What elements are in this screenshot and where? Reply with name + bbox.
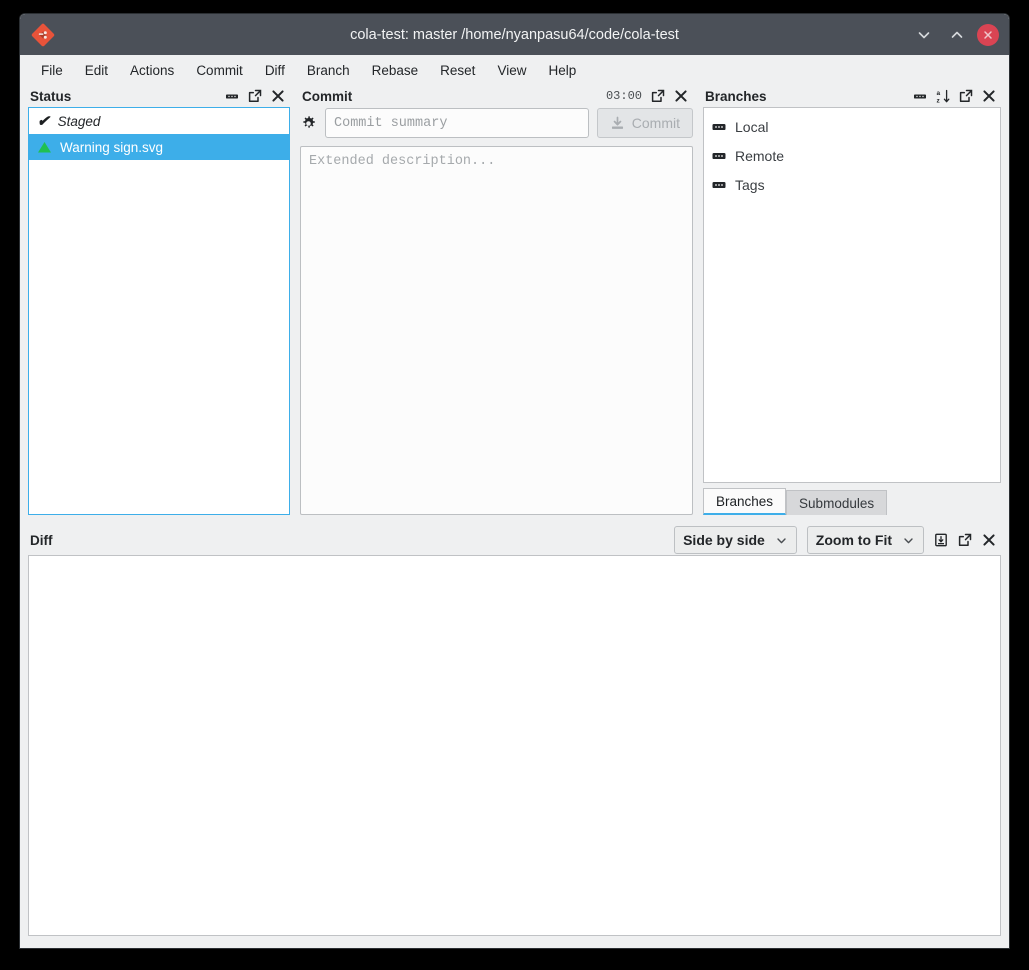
commit-form: Commit: [300, 107, 693, 515]
branches-tree-item-remote[interactable]: Remote: [704, 141, 1000, 170]
status-dock: Status ✔ Staged Warning sign.svg: [28, 85, 290, 515]
close-dock-icon[interactable]: [982, 533, 996, 547]
tab-submodules[interactable]: Submodules: [786, 490, 888, 515]
workspace: Status ✔ Staged Warning sign.svg Commit …: [20, 85, 1009, 948]
close-button[interactable]: [977, 23, 999, 46]
branch-group-icon: [712, 179, 726, 191]
diff-dock-icons: [934, 533, 999, 547]
close-dock-icon[interactable]: [982, 89, 996, 103]
branches-tree-item-label: Local: [735, 118, 769, 135]
menu-branch[interactable]: Branch: [296, 59, 361, 82]
diff-zoom-mode-label: Zoom to Fit: [815, 532, 892, 548]
top-docks-row: Status ✔ Staged Warning sign.svg Commit …: [28, 85, 1001, 515]
minimize-button[interactable]: [911, 22, 937, 48]
float-dock-icon[interactable]: [248, 89, 262, 103]
status-group-label: Staged: [57, 113, 101, 129]
checkmark-icon: ✔: [37, 112, 50, 130]
diff-zoom-mode-select[interactable]: Zoom to Fit: [806, 526, 924, 554]
minimize-dock-icon[interactable]: [225, 89, 239, 103]
diff-content-view[interactable]: [28, 555, 1001, 936]
git-cola-logo-icon: [28, 20, 58, 50]
commit-button-label: Commit: [631, 115, 680, 131]
menu-commit[interactable]: Commit: [185, 59, 254, 82]
diff-view-mode-select[interactable]: Side by side: [674, 526, 797, 554]
branches-tree[interactable]: Local Remote Tags: [703, 107, 1001, 483]
diff-dock-header: Diff Side by side Zoom to Fit: [28, 525, 1001, 555]
float-dock-icon[interactable]: [651, 89, 665, 103]
sort-az-icon[interactable]: a z: [936, 89, 950, 104]
float-dock-icon[interactable]: [959, 89, 973, 103]
menu-view[interactable]: View: [486, 59, 537, 82]
menu-help[interactable]: Help: [537, 59, 587, 82]
branches-dock-header: Branches a z: [703, 85, 1001, 107]
status-dock-title: Status: [30, 88, 72, 104]
titlebar: cola-test: master /home/nyanpasu64/code/…: [20, 14, 1009, 55]
commit-summary-row: Commit: [300, 107, 693, 139]
float-dock-icon[interactable]: [958, 533, 972, 547]
branch-group-icon: [712, 121, 726, 133]
commit-dock-header: Commit 03:00: [300, 85, 693, 107]
commit-dock: Commit 03:00 Commit summary Commit Exten…: [300, 85, 693, 515]
branches-dock-title: Branches: [705, 88, 767, 104]
commit-description-input[interactable]: [300, 146, 693, 515]
menu-edit[interactable]: Edit: [74, 59, 119, 82]
close-dock-icon[interactable]: [271, 89, 285, 103]
menu-file[interactable]: File: [30, 59, 74, 82]
branches-dock-icons: a z: [913, 89, 999, 104]
branches-dock: Branches a z Local Remote Tags Branches …: [703, 85, 1001, 515]
green-triangle-icon: [37, 140, 52, 154]
main-window: cola-test: master /home/nyanpasu64/code/…: [20, 14, 1009, 948]
commit-button[interactable]: Commit: [596, 108, 693, 138]
status-item-warning-sign-svg[interactable]: Warning sign.svg: [29, 134, 289, 160]
chevron-down-icon: [775, 534, 788, 547]
diff-view-mode-label: Side by side: [683, 532, 765, 548]
window-title: cola-test: master /home/nyanpasu64/code/…: [350, 26, 679, 43]
status-item-label: Warning sign.svg: [60, 139, 164, 155]
branches-tree-item-tags[interactable]: Tags: [704, 170, 1000, 199]
maximize-button[interactable]: [944, 22, 970, 48]
commit-summary-input[interactable]: [325, 108, 589, 138]
status-group-staged[interactable]: ✔ Staged: [29, 108, 289, 134]
gear-icon[interactable]: [300, 115, 317, 132]
chevron-down-icon: [902, 534, 915, 547]
svg-text:a: a: [937, 90, 941, 97]
menu-reset[interactable]: Reset: [429, 59, 486, 82]
branches-tree-item-label: Remote: [735, 147, 785, 164]
tab-branches[interactable]: Branches: [703, 488, 787, 515]
commit-timer: 03:00: [605, 89, 642, 103]
branches-tree-item-local[interactable]: Local: [704, 112, 1000, 141]
window-controls: [911, 14, 999, 55]
branches-tree-item-label: Tags: [735, 176, 765, 193]
svg-text:z: z: [937, 97, 941, 104]
status-dock-icons: [225, 89, 288, 103]
minimize-dock-icon[interactable]: [913, 89, 927, 103]
menu-actions[interactable]: Actions: [119, 59, 185, 82]
menubar: File Edit Actions Commit Diff Branch Reb…: [20, 55, 1009, 85]
status-dock-header: Status: [28, 85, 290, 107]
commit-dock-title: Commit: [302, 88, 353, 104]
close-dock-icon[interactable]: [674, 89, 688, 103]
menu-diff[interactable]: Diff: [254, 59, 296, 82]
status-file-list[interactable]: ✔ Staged Warning sign.svg: [28, 107, 290, 515]
commit-download-icon: [610, 116, 625, 131]
menu-rebase[interactable]: Rebase: [361, 59, 430, 82]
save-diff-icon[interactable]: [934, 533, 948, 547]
branches-tabbar: Branches Submodules: [703, 487, 1001, 515]
commit-dock-icons: [651, 89, 691, 103]
diff-dock: Diff Side by side Zoom to Fit: [28, 525, 1001, 936]
diff-dock-title: Diff: [30, 532, 53, 548]
branch-group-icon: [712, 150, 726, 162]
